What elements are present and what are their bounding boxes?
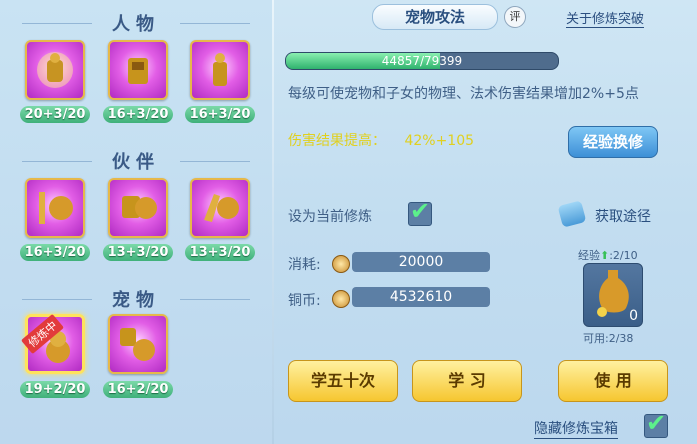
book-icon — [557, 200, 587, 228]
about-breakthrough-link[interactable]: 关于修炼突破 — [566, 8, 645, 28]
exp-label: 经验⬆:2/10 — [578, 247, 638, 263]
learn-button[interactable]: 学 习 — [412, 360, 522, 402]
coin-icon — [332, 290, 350, 308]
pet-skill-1[interactable]: 修炼中 — [21, 313, 85, 374]
person-skill-2[interactable] — [108, 40, 168, 100]
pet-skill-2[interactable] — [108, 314, 168, 374]
pet-skill-2-level: 16+2/20 — [103, 381, 173, 398]
pet-skill-1-level: 19+2/20 — [20, 381, 90, 398]
exp-item-count: 0 — [629, 308, 638, 324]
learn-fifty-button[interactable]: 学五十次 — [288, 360, 398, 402]
section-title-partner: 伙伴 — [0, 148, 272, 174]
exp-exchange-button[interactable]: 经验换修 — [568, 126, 658, 158]
consume-label: 消耗: — [288, 257, 321, 273]
up-arrow-icon: ⬆ — [600, 249, 610, 262]
person-skill-2-level: 16+3/20 — [103, 106, 173, 123]
usable-count: 可用:2/38 — [583, 332, 634, 345]
section-title-pet: 宠物 — [0, 286, 272, 312]
tiger-glove-icon — [204, 194, 239, 222]
skill-description: 每级可使宠物和子女的物理、法术伤害结果增加2%+5点 — [288, 86, 639, 102]
partner-skill-3[interactable] — [190, 178, 250, 238]
exp-bottle-item[interactable]: 0 — [583, 263, 643, 327]
person-skill-1[interactable] — [25, 40, 85, 100]
section-title-person: 人物 — [0, 10, 272, 36]
cat-shield-icon — [120, 328, 155, 361]
cultivation-list-panel: 人物 20+3/20 16+3/20 16+3/20 伙伴 16+3/20 13… — [0, 0, 272, 444]
hide-box-label: 隐藏修炼宝箱 — [534, 418, 618, 439]
hide-box-checkbox[interactable]: ✔ — [644, 409, 668, 438]
get-way-button[interactable]: 获取途径 — [595, 206, 651, 226]
partner-skill-3-level: 13+3/20 — [185, 244, 255, 261]
progress-text: 44857/79399 — [381, 54, 463, 68]
consume-value: 20000 — [352, 252, 490, 272]
check-icon: ✔ — [646, 409, 667, 437]
partner-skill-2[interactable] — [108, 178, 168, 238]
check-icon: ✔ — [410, 197, 431, 225]
tiger-shield-icon — [122, 196, 157, 219]
person-skill-3[interactable] — [190, 40, 250, 100]
golden-statue-icon — [37, 52, 73, 88]
use-button[interactable]: 使 用 — [558, 360, 668, 402]
skill-title: 宠物攻法 — [372, 4, 498, 30]
coin-label: 铜币: — [288, 293, 321, 309]
effect-line: 伤害结果提高： 42%+105 — [288, 130, 474, 150]
person-skill-3-level: 16+3/20 — [185, 106, 255, 123]
cultivation-progress-bar: 44857/79399 — [285, 52, 559, 70]
set-current-label: 设为当前修炼 — [288, 209, 372, 225]
partner-skill-1-level: 16+3/20 — [20, 244, 90, 261]
armor-statue-icon — [128, 58, 148, 84]
effect-label: 伤害结果提高： — [288, 133, 386, 149]
warrior-statue-icon — [213, 53, 227, 86]
partner-skill-1[interactable] — [25, 178, 85, 238]
coin-icon — [332, 255, 350, 273]
review-button[interactable]: 评 — [504, 6, 526, 28]
exp-value: :2/10 — [609, 249, 638, 262]
partner-skill-2-level: 13+3/20 — [103, 244, 173, 261]
effect-value: 42%+105 — [404, 133, 475, 149]
person-skill-1-level: 20+3/20 — [20, 106, 90, 123]
set-current-checkbox[interactable]: ✔ — [408, 197, 432, 226]
panel-divider — [272, 0, 274, 444]
tiger-sword-icon — [39, 192, 73, 224]
coin-value: 4532610 — [352, 287, 490, 307]
exp-label-text: 经验 — [578, 249, 600, 262]
